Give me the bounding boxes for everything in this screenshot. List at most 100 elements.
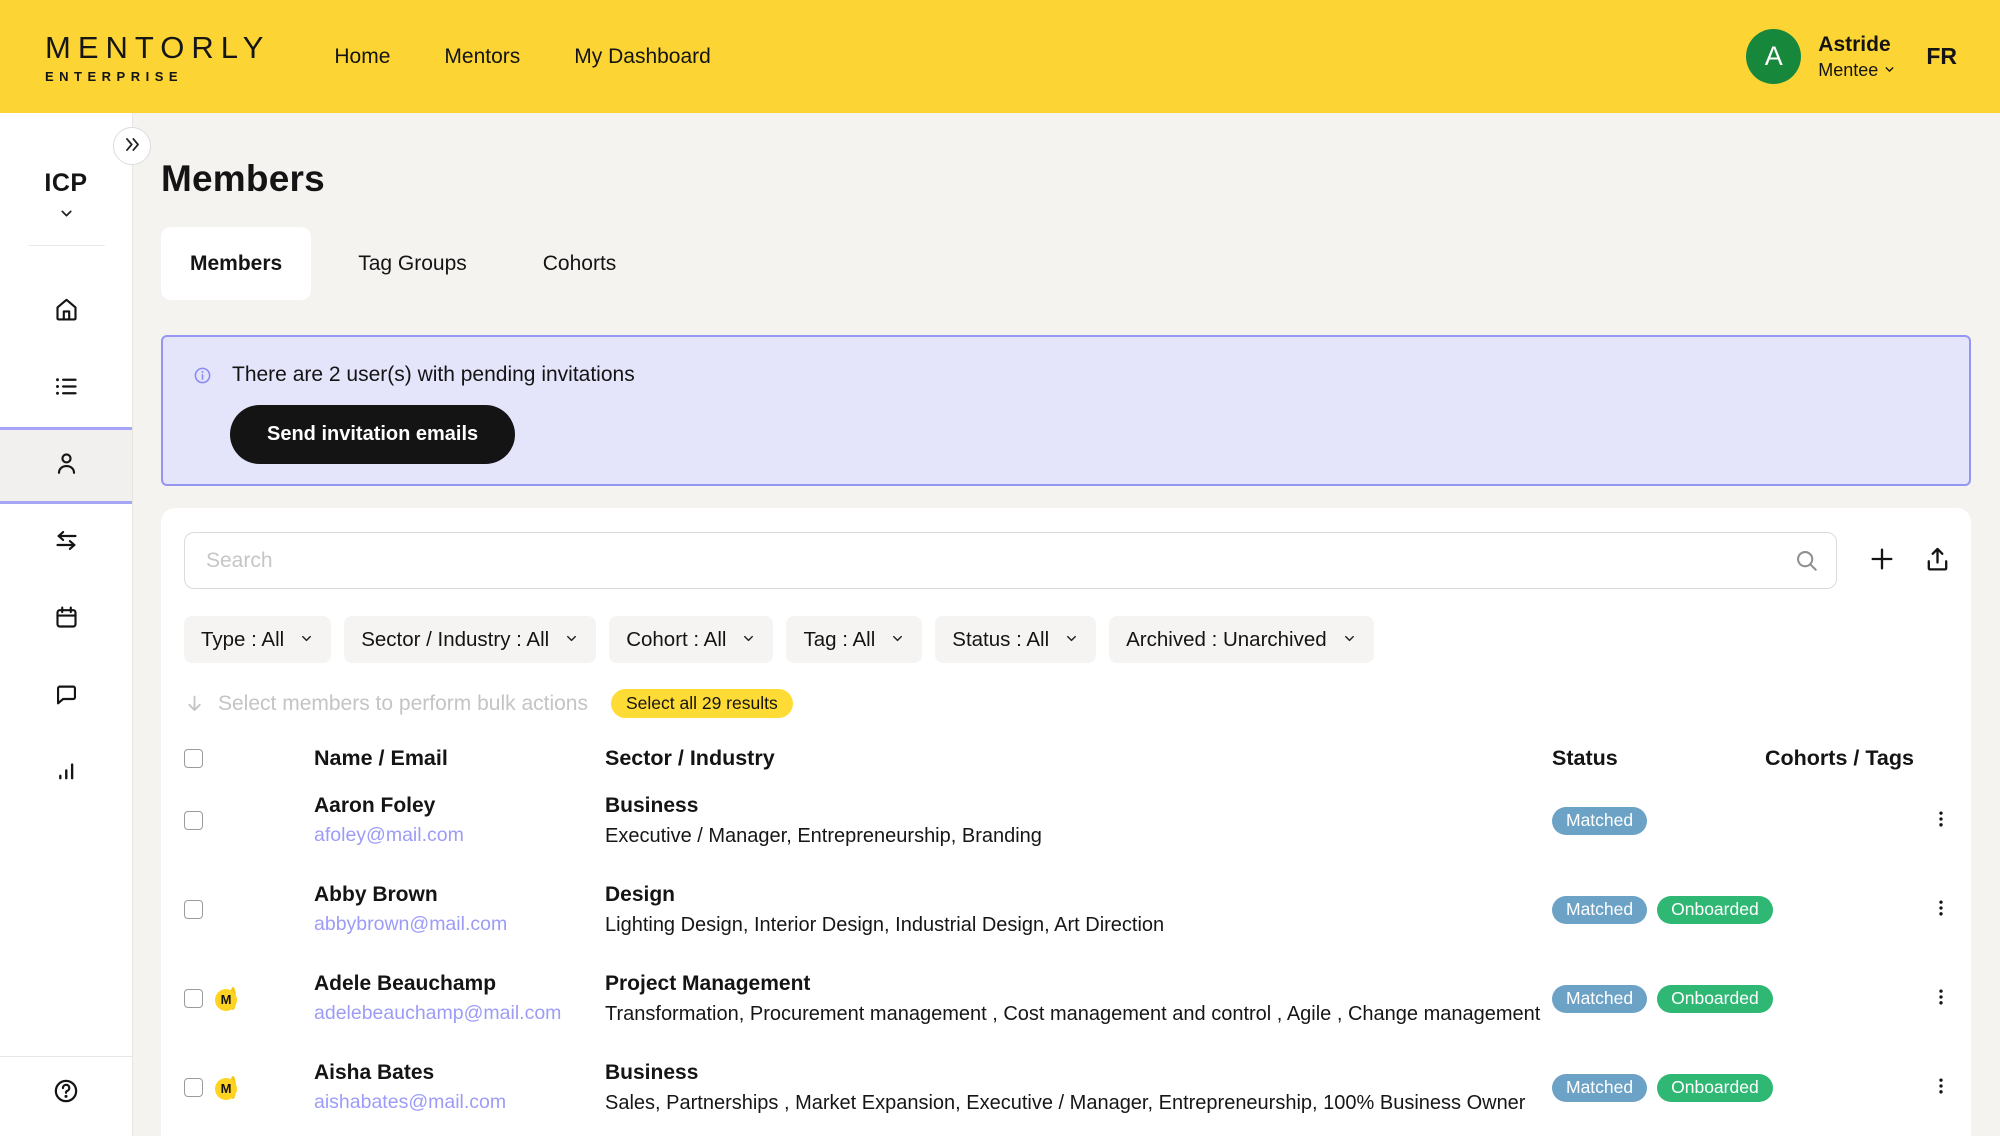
- top-nav: Home Mentors My Dashboard: [334, 45, 710, 69]
- sidebar-footer: [0, 1056, 132, 1136]
- member-email[interactable]: afoley@mail.com: [314, 824, 605, 847]
- filter-cohort[interactable]: Cohort : All: [609, 616, 773, 663]
- search-input[interactable]: [184, 532, 1837, 589]
- banner-text: There are 2 user(s) with pending invitat…: [232, 363, 635, 387]
- nav-my-dashboard[interactable]: My Dashboard: [574, 45, 711, 69]
- matching-arrows-icon: [53, 527, 80, 559]
- language-toggle[interactable]: FR: [1926, 43, 1957, 70]
- import-members-button[interactable]: [1923, 545, 1952, 577]
- member-sector: Design: [605, 883, 1552, 907]
- user-name: Astride: [1818, 33, 1896, 57]
- sidebar-item-home[interactable]: [0, 273, 132, 350]
- nav-mentors[interactable]: Mentors: [444, 45, 520, 69]
- member-avatar: M: [230, 987, 236, 1010]
- logo-title: MENTORLY: [45, 30, 270, 66]
- tab-tag-groups[interactable]: Tag Groups: [329, 227, 496, 300]
- member-industries: Lighting Design, Interior Design, Indust…: [605, 914, 1552, 937]
- filter-sector[interactable]: Sector / Industry : All: [344, 616, 596, 663]
- chevron-down-icon: [890, 628, 905, 652]
- search-row: [184, 532, 1959, 589]
- member-name: Abby Brown: [314, 883, 605, 907]
- row-checkbox[interactable]: [184, 900, 203, 919]
- shell: ICP: [0, 113, 2000, 1136]
- chevron-down-icon: [1342, 628, 1357, 652]
- row-checkbox[interactable]: [184, 1078, 203, 1097]
- chevrons-right-icon: [123, 135, 142, 157]
- sidebar-item-matching[interactable]: [0, 504, 132, 581]
- filter-bar: Type : All Sector / Industry : All Cohor…: [184, 616, 1959, 663]
- add-member-button[interactable]: [1868, 545, 1896, 576]
- member-email[interactable]: adelebeauchamp@mail.com: [314, 1002, 605, 1025]
- tab-cohorts[interactable]: Cohorts: [514, 227, 646, 300]
- app: MENTORLY ENTERPRISE Home Mentors My Dash…: [0, 0, 2000, 1136]
- member-sector: Project Management: [605, 972, 1552, 996]
- search-icon[interactable]: [1793, 547, 1820, 579]
- table-header-row: Name / Email Sector / Industry Status Co…: [184, 740, 1959, 776]
- member-email[interactable]: abbybrown@mail.com: [314, 913, 605, 936]
- column-sector-industry: Sector / Industry: [605, 746, 1552, 771]
- status-badge: Matched: [1552, 896, 1647, 924]
- column-cohorts-tags: Cohorts / Tags: [1765, 746, 1923, 771]
- user-meta: Astride Mentee: [1818, 33, 1896, 81]
- member-name: Aaron Foley: [314, 794, 605, 818]
- sidebar-item-reports[interactable]: [0, 735, 132, 812]
- sidebar-item-messages[interactable]: [0, 658, 132, 735]
- workspace-switcher[interactable]: [58, 205, 75, 227]
- sidebar-item-lists[interactable]: [0, 350, 132, 427]
- sidebar-item-sessions[interactable]: [0, 581, 132, 658]
- tab-bar: Members Tag Groups Cohorts: [161, 227, 1971, 300]
- send-invitations-button[interactable]: Send invitation emails: [230, 405, 515, 464]
- bulk-hint: Select members to perform bulk actions: [218, 692, 588, 716]
- select-all-checkbox[interactable]: [184, 749, 203, 768]
- sidebar-divider: [28, 245, 105, 246]
- chevron-down-icon: [58, 209, 75, 226]
- chat-icon: [53, 681, 80, 713]
- member-avatar: M: [230, 1076, 236, 1099]
- kebab-icon: [1931, 805, 1951, 836]
- member-name: Aisha Bates: [314, 1061, 605, 1085]
- list-icon: [53, 373, 80, 405]
- avatar[interactable]: A: [1746, 29, 1801, 84]
- member-industries: Executive / Manager, Entrepreneurship, B…: [605, 825, 1552, 848]
- members-card: Type : All Sector / Industry : All Cohor…: [161, 508, 1971, 1136]
- sidebar-expand-button[interactable]: [113, 127, 151, 165]
- row-checkbox[interactable]: [184, 989, 203, 1008]
- select-all-results-button[interactable]: Select all 29 results: [611, 689, 793, 718]
- home-icon: [53, 296, 80, 328]
- pending-invitations-banner: There are 2 user(s) with pending invitat…: [161, 335, 1971, 486]
- filter-status[interactable]: Status : All: [935, 616, 1096, 663]
- row-checkbox[interactable]: [184, 811, 203, 830]
- member-name: Adele Beauchamp: [314, 972, 605, 996]
- role-dropdown[interactable]: Mentee: [1818, 60, 1896, 81]
- chevron-down-icon: [1883, 60, 1896, 81]
- status-badge: Matched: [1552, 807, 1647, 835]
- bar-chart-icon: [53, 758, 80, 790]
- page-title: Members: [161, 158, 1971, 200]
- sidebar-item-members[interactable]: [0, 427, 132, 504]
- filter-tag[interactable]: Tag : All: [786, 616, 922, 663]
- kebab-icon: [1931, 894, 1951, 925]
- row-menu-button[interactable]: [1923, 1072, 1959, 1103]
- row-menu-button[interactable]: [1923, 894, 1959, 925]
- row-menu-button[interactable]: [1923, 983, 1959, 1014]
- upload-icon: [1923, 545, 1952, 577]
- chevron-down-icon: [1064, 628, 1079, 652]
- filter-archived[interactable]: Archived : Unarchived: [1109, 616, 1374, 663]
- info-icon: [193, 366, 212, 385]
- status-badge: Matched: [1552, 1074, 1647, 1102]
- mentorly-m-badge-icon: M: [215, 1078, 237, 1100]
- row-menu-button[interactable]: [1923, 805, 1959, 836]
- chevron-down-icon: [299, 628, 314, 652]
- member-email[interactable]: aishabates@mail.com: [314, 1091, 605, 1114]
- plus-icon: [1868, 545, 1896, 576]
- help-button[interactable]: [52, 1077, 80, 1110]
- role-label: Mentee: [1818, 60, 1878, 81]
- table-row: Abby Brown abbybrown@mail.com Design Lig…: [184, 865, 1959, 954]
- filter-type[interactable]: Type : All: [184, 616, 331, 663]
- main-content: Members Members Tag Groups Cohorts There…: [133, 113, 2000, 1136]
- tab-members[interactable]: Members: [161, 227, 311, 300]
- mentorly-m-badge-icon: M: [215, 989, 237, 1011]
- nav-home[interactable]: Home: [334, 45, 390, 69]
- member-sector: Business: [605, 1061, 1552, 1085]
- members-icon: [53, 450, 80, 482]
